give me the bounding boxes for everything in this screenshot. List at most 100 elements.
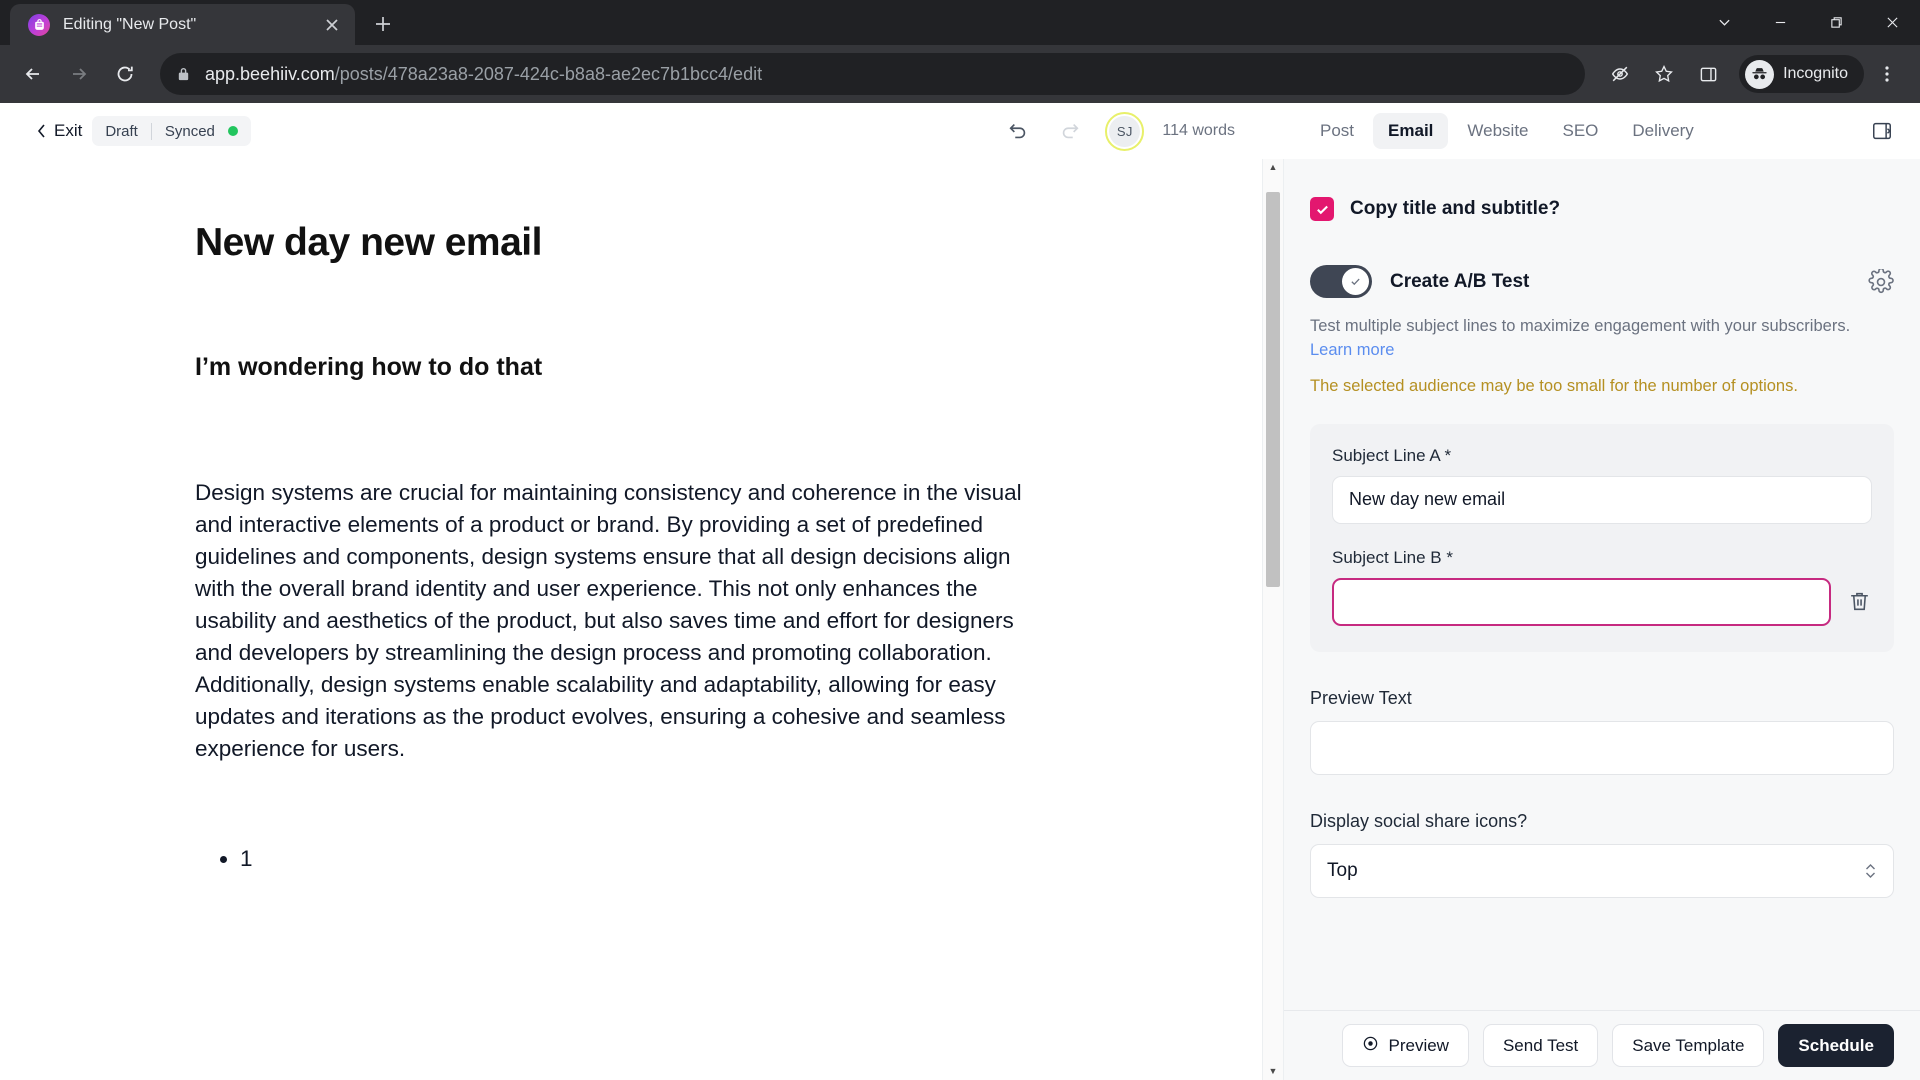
lock-icon	[176, 67, 191, 82]
scrollbar-thumb[interactable]	[1266, 192, 1280, 587]
collaborator-avatar-ring[interactable]: SJ	[1105, 111, 1145, 151]
back-button[interactable]	[12, 53, 54, 95]
side-panel-icon[interactable]	[1687, 53, 1729, 95]
preview-button-label: Preview	[1388, 1035, 1449, 1055]
incognito-label: Incognito	[1783, 65, 1848, 82]
ab-test-row: Create A/B Test	[1310, 265, 1894, 298]
reload-button[interactable]	[104, 53, 146, 95]
panel-tabs: Post Email Website SEO Delivery	[1283, 113, 1920, 149]
url-text: app.beehiiv.com/posts/478a23a8-2087-424c…	[205, 64, 762, 85]
ab-helper-sentence: Test multiple subject lines to maximize …	[1310, 317, 1851, 335]
toggle-knob	[1342, 268, 1369, 295]
browser-tab[interactable]: Editing "New Post"	[10, 4, 355, 45]
url-path: /posts/478a23a8-2087-424c-b8a8-ae2ec7b1b…	[334, 63, 763, 84]
send-test-button[interactable]: Send Test	[1482, 1024, 1599, 1067]
panel-footer: Preview Send Test Save Template Schedule	[1284, 1010, 1920, 1080]
browser-titlebar: Editing "New Post"	[0, 0, 1920, 45]
social-share-label: Display social share icons?	[1310, 810, 1528, 831]
preview-button[interactable]: Preview	[1342, 1024, 1469, 1067]
copy-title-checkbox[interactable]	[1310, 197, 1334, 221]
editor-scrollbar[interactable]: ▲ ▼	[1262, 159, 1283, 1080]
social-share-value: Top	[1327, 859, 1358, 881]
avatar: SJ	[1109, 115, 1141, 147]
schedule-button[interactable]: Schedule	[1778, 1024, 1894, 1067]
post-subtitle[interactable]: I’m wondering how to do that	[195, 353, 1202, 382]
forward-button[interactable]	[58, 53, 100, 95]
toolbar-right-icons: Incognito	[1599, 53, 1908, 95]
subject-b-group: Subject Line B *	[1332, 548, 1872, 626]
beehiiv-post-editor-app: Exit Draft Synced SJ 114 words Post Emai…	[0, 103, 1920, 1080]
tab-post[interactable]: Post	[1305, 113, 1369, 149]
app-header: Exit Draft Synced SJ 114 words Post Emai…	[0, 103, 1920, 159]
minimize-icon[interactable]	[1752, 0, 1808, 45]
list-item[interactable]: 1	[240, 846, 1202, 872]
undo-icon[interactable]	[1001, 114, 1035, 148]
collapse-panel-icon[interactable]	[1866, 115, 1898, 147]
ab-test-helper-text: Test multiple subject lines to maximize …	[1310, 315, 1890, 363]
incognito-icon	[1745, 59, 1775, 89]
new-tab-icon[interactable]	[365, 6, 401, 42]
scrollbar-track[interactable]	[1263, 174, 1283, 1065]
scroll-down-arrow-icon[interactable]: ▼	[1269, 1065, 1278, 1078]
audience-warning: The selected audience may be too small f…	[1310, 376, 1798, 395]
post-bullet-list[interactable]: 1	[195, 846, 1202, 872]
preview-text-group: Preview Text	[1310, 688, 1894, 775]
post-title[interactable]: New day new email	[195, 221, 1202, 265]
tab-seo[interactable]: SEO	[1548, 113, 1614, 149]
eye-off-icon[interactable]	[1599, 53, 1641, 95]
panel-content: Copy title and subtitle? Create A/B Test…	[1284, 159, 1920, 1010]
stepper-chevrons-icon	[1864, 861, 1877, 881]
copy-title-label: Copy title and subtitle?	[1350, 198, 1561, 219]
preview-text-label: Preview Text	[1310, 687, 1412, 708]
subject-a-group: Subject Line A * New day new email	[1332, 446, 1872, 524]
tab-delivery[interactable]: Delivery	[1617, 113, 1708, 149]
email-settings-panel: Copy title and subtitle? Create A/B Test…	[1283, 159, 1920, 1080]
incognito-profile-button[interactable]: Incognito	[1739, 55, 1864, 93]
app-header-left: Exit Draft Synced	[0, 116, 251, 146]
close-icon[interactable]	[1864, 0, 1920, 45]
maximize-icon[interactable]	[1808, 0, 1864, 45]
address-bar[interactable]: app.beehiiv.com/posts/478a23a8-2087-424c…	[160, 53, 1586, 95]
post-paragraph[interactable]: Design systems are crucial for maintaini…	[195, 477, 1055, 764]
tab-email[interactable]: Email	[1373, 113, 1449, 149]
sync-indicator-dot	[227, 126, 238, 136]
tab-search-icon[interactable]	[1696, 0, 1752, 45]
gear-icon[interactable]	[1868, 268, 1894, 295]
window-controls	[1696, 0, 1920, 45]
browser-tab-title: Editing "New Post"	[63, 15, 197, 33]
exit-button[interactable]: Exit	[36, 121, 82, 141]
beehiiv-favicon-icon	[28, 13, 50, 36]
subject-b-input[interactable]	[1332, 577, 1831, 626]
app-body: New day new email I’m wondering how to d…	[0, 159, 1920, 1080]
learn-more-link[interactable]: Learn more	[1310, 341, 1394, 359]
sync-status: Synced	[164, 122, 215, 140]
social-share-group: Display social share icons? Top	[1310, 811, 1894, 898]
subject-b-label: Subject Line B *	[1332, 547, 1453, 567]
ab-test-toggle[interactable]	[1310, 265, 1372, 298]
subject-lines-card: Subject Line A * New day new email Subje…	[1310, 423, 1894, 652]
subject-a-input[interactable]: New day new email	[1332, 475, 1872, 524]
browser-menu-icon[interactable]	[1866, 53, 1908, 95]
save-template-button[interactable]: Save Template	[1612, 1024, 1765, 1067]
subject-b-row	[1332, 577, 1872, 626]
scroll-up-arrow-icon[interactable]: ▲	[1269, 161, 1278, 174]
bookmark-star-icon[interactable]	[1643, 53, 1685, 95]
browser-toolbar: app.beehiiv.com/posts/478a23a8-2087-424c…	[0, 45, 1920, 103]
status-chip: Draft Synced	[92, 116, 251, 146]
tab-website[interactable]: Website	[1452, 113, 1543, 149]
subject-a-label: Subject Line A *	[1332, 445, 1452, 465]
exit-label: Exit	[54, 121, 83, 140]
close-tab-icon[interactable]	[319, 12, 345, 38]
eye-icon	[1362, 1035, 1379, 1057]
chip-divider	[150, 122, 152, 140]
social-share-select[interactable]: Top	[1310, 843, 1894, 898]
ab-test-label: Create A/B Test	[1390, 270, 1530, 292]
draft-status: Draft	[105, 122, 138, 140]
post-editor[interactable]: New day new email I’m wondering how to d…	[0, 159, 1262, 1080]
redo-icon[interactable]	[1053, 114, 1087, 148]
delete-subject-b-icon[interactable]	[1847, 589, 1872, 614]
url-domain: app.beehiiv.com	[205, 63, 335, 84]
preview-text-input[interactable]	[1310, 720, 1894, 775]
copy-title-row[interactable]: Copy title and subtitle?	[1310, 197, 1894, 221]
word-count: 114 words	[1162, 122, 1235, 139]
